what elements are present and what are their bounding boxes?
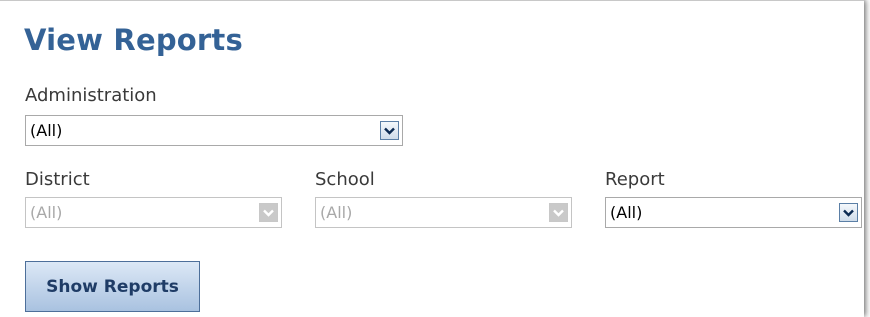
- administration-selected-value: (All): [30, 121, 63, 140]
- chevron-down-icon[interactable]: [839, 203, 858, 222]
- view-reports-panel: View Reports Administration (All) Distri…: [0, 0, 864, 317]
- administration-label: Administration: [25, 85, 157, 106]
- school-label: School: [315, 169, 375, 190]
- chevron-down-icon[interactable]: [380, 121, 399, 140]
- chevron-down-icon: [549, 203, 568, 222]
- report-select[interactable]: (All): [605, 197, 862, 228]
- district-select: (All): [25, 197, 282, 228]
- report-selected-value: (All): [610, 203, 643, 222]
- report-label: Report: [605, 169, 665, 190]
- administration-select[interactable]: (All): [25, 115, 403, 146]
- district-selected-value: (All): [30, 203, 63, 222]
- page-title: View Reports: [24, 23, 243, 57]
- chevron-down-icon: [259, 203, 278, 222]
- show-reports-button[interactable]: Show Reports: [25, 261, 200, 312]
- school-selected-value: (All): [320, 203, 353, 222]
- district-label: District: [25, 169, 90, 190]
- school-select: (All): [315, 197, 572, 228]
